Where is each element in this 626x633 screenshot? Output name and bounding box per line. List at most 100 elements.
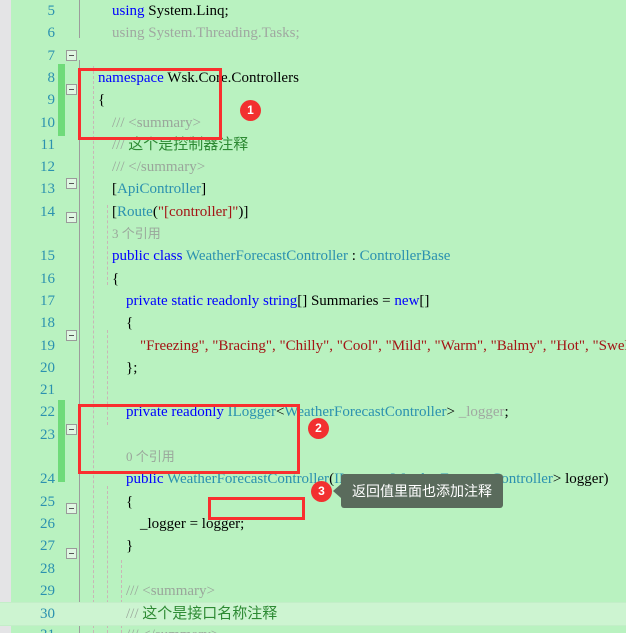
code-text: { (126, 491, 133, 513)
code-line-10[interactable]: 10 /// <summary> (0, 112, 626, 134)
code-token: : (347, 248, 360, 265)
line-number: 31 (11, 624, 55, 633)
line-number: 11 (40, 136, 55, 153)
code-line-12[interactable]: 12 /// </summary> (0, 156, 626, 178)
line-number: 14 (40, 203, 55, 220)
code-token: )] (238, 203, 249, 220)
line-number: 23 (40, 426, 55, 443)
line-number: 19 (40, 337, 55, 354)
line-number: 25 (40, 493, 55, 510)
line-number: 17 (40, 292, 55, 309)
code-token: Route (117, 203, 153, 220)
line-number: 28 (40, 560, 55, 577)
code-text: namespace Wsk.Core.Controllers (98, 67, 299, 89)
code-line-8[interactable]: 8 namespace Wsk.Core.Controllers (0, 67, 626, 89)
code-text: public class WeatherForecastController :… (112, 245, 450, 267)
code-token: 这个是控制器注释 (128, 136, 249, 153)
code-token: 3 个引用 (112, 226, 161, 241)
code-token: ] (201, 181, 207, 198)
code-line-19[interactable]: 19 "Freezing", "Bracing", "Chilly", "Cool… (0, 335, 626, 357)
code-text: { (98, 89, 105, 111)
code-token: public class (112, 248, 186, 265)
code-line-11[interactable]: 11 /// 这个是控制器注释 (0, 134, 626, 156)
code-text: { (126, 312, 133, 334)
line-number: 30 (40, 606, 55, 623)
code-line-21[interactable]: 21 (0, 379, 626, 401)
tooltip-tail (333, 484, 341, 498)
annotation-tooltip: 返回值里面也添加注释 (341, 474, 503, 508)
annotation-badge-3: 3 (311, 481, 332, 502)
code-token: }; (126, 359, 138, 376)
line-number: 5 (47, 3, 56, 19)
collapse-toggle-class[interactable] (66, 178, 77, 189)
code-line-30[interactable]: 30 /// 这个是接口名称注释 (0, 602, 626, 627)
code-line-20[interactable]: 20}; (0, 357, 626, 379)
code-text: /// 这个是控制器注释 (112, 134, 248, 156)
collapse-toggle-lambda[interactable] (66, 548, 77, 559)
line-number: 6 (47, 25, 56, 42)
collapse-toggle-get-method[interactable] (66, 503, 77, 514)
code-token: /// </summary> (126, 627, 219, 633)
code-token: ; (504, 404, 509, 421)
code-token: /// <summary> (126, 582, 215, 599)
line-number: 8 (47, 69, 56, 86)
code-text: 0 个引用 (126, 446, 175, 468)
code-line-26[interactable]: 26 _logger = logger; (0, 513, 626, 535)
line-number: 29 (40, 582, 55, 599)
code-line-6[interactable]: 6 using System.Threading.Tasks; (0, 22, 626, 44)
code-line-9[interactable]: 9{ (0, 89, 626, 111)
code-token: ApiController (117, 181, 202, 198)
code-text: 3 个引用 (112, 223, 161, 245)
code-token: ControllerBase (359, 248, 451, 265)
code-text: using System.Threading.Tasks; (112, 22, 300, 44)
code-token: [] Summaries = (297, 292, 395, 309)
code-token: "[controller]" (157, 203, 239, 220)
collapse-toggle-doc-comment[interactable] (66, 424, 77, 435)
code-line-16[interactable]: 16 { (0, 268, 626, 290)
line-number: 9 (47, 92, 56, 109)
line-number: 18 (40, 315, 55, 332)
code-token: _logger = logger; (140, 515, 245, 532)
code-token: _logger (458, 404, 505, 421)
code-token: 0 个引用 (126, 449, 175, 464)
codelens-reference-line[interactable]: 0 个引用 (0, 446, 626, 468)
code-text: [ApiController] (112, 178, 206, 200)
code-token: Wsk.Core.Controllers (167, 69, 299, 86)
code-line-5[interactable]: 5 using System.Linq; (0, 0, 626, 22)
code-editor[interactable]: 5 using System.Linq; 6 using System.Threadi… (0, 0, 626, 633)
code-token: { (126, 493, 134, 510)
code-line-15[interactable]: 15 public class WeatherForecastController… (0, 245, 626, 267)
collapse-toggle-summaries[interactable] (66, 212, 77, 223)
code-line-7[interactable]: 7 (0, 45, 626, 67)
code-line-18[interactable]: 18 { (0, 312, 626, 334)
annotation-badge-2: 2 (308, 418, 329, 439)
code-token: WeatherForecastController (185, 248, 348, 265)
code-line-13[interactable]: 13 [ApiController] (0, 178, 626, 200)
code-text: /// <summary> (126, 580, 215, 602)
code-line-29[interactable]: 29 /// <summary> (0, 580, 626, 602)
codelens-reference-line[interactable]: 3 个引用 (0, 223, 626, 245)
collapse-toggle-constructor[interactable] (66, 330, 77, 341)
code-line-31[interactable]: 31 /// </summary> (0, 624, 626, 633)
line-number: 26 (40, 515, 55, 532)
code-line-28[interactable]: 28 (0, 558, 626, 580)
collapse-toggle-attribute-block[interactable] (66, 84, 77, 95)
code-token: /// (112, 136, 129, 153)
code-token: "Freezing", "Bracing", "Chilly", "Cool",… (140, 337, 626, 354)
code-text: /// </summary> (112, 156, 205, 178)
code-line-17[interactable]: 17 private static readonly string[] Summa… (0, 290, 626, 312)
code-line-27[interactable]: 27} (0, 535, 626, 557)
code-token: using System.Threading.Tasks; (112, 25, 300, 42)
line-number: 10 (40, 114, 55, 131)
collapse-toggle-namespace[interactable] (66, 50, 77, 61)
code-text: /// <summary> (112, 112, 201, 134)
code-token: new (394, 292, 420, 309)
line-number: 22 (40, 404, 55, 421)
code-text: private static readonly string[] Summari… (126, 290, 429, 312)
code-line-14[interactable]: 14 [Route("[controller]")] (0, 201, 626, 223)
code-text: "Freezing", "Bracing", "Chilly", "Cool",… (140, 335, 626, 357)
line-number: 16 (40, 270, 55, 287)
code-text: _logger = logger; (140, 513, 244, 535)
line-number: 24 (40, 471, 55, 488)
code-token: /// </summary> (112, 159, 206, 176)
